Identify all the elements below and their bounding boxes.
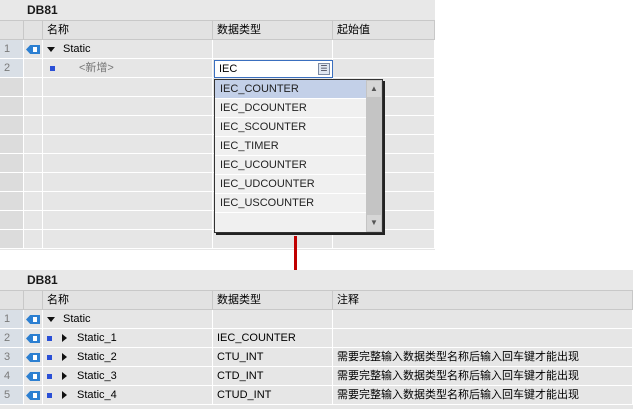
row-type[interactable]: CTU_INT xyxy=(213,348,333,366)
row-number: 4 xyxy=(0,367,24,385)
variable-icon xyxy=(47,392,52,398)
dropdown-item[interactable]: IEC_SCOUNTER xyxy=(215,118,366,137)
row-number: 5 xyxy=(0,386,24,404)
dropdown-item[interactable]: IEC_COUNTER xyxy=(215,80,366,99)
bottom-db-editor: DB81 名称 数据类型 注释 1 Static 2 Static_1 IEC_… xyxy=(0,270,633,409)
row-number: 1 xyxy=(0,40,24,58)
row-number: 2 xyxy=(0,329,24,347)
scroll-down-icon[interactable]: ▼ xyxy=(367,215,381,231)
variable-tag-icon xyxy=(26,391,40,400)
column-header-row: 名称 数据类型 起始值 xyxy=(0,21,435,40)
row-comment[interactable]: 需要完整输入数据类型名称后输入回车键才能出现 xyxy=(333,367,633,385)
expand-icon[interactable] xyxy=(62,334,67,343)
add-new-placeholder[interactable]: <新增> xyxy=(79,62,114,74)
row-comment[interactable]: 需要完整输入数据类型名称后输入回车键才能出现 xyxy=(333,348,633,366)
table-row[interactable]: 2 Static_1 IEC_COUNTER xyxy=(0,329,633,348)
header-type[interactable]: 数据类型 xyxy=(213,291,333,309)
row-number: 1 xyxy=(0,310,24,328)
expand-icon[interactable] xyxy=(62,353,67,362)
row-name: Static_3 xyxy=(77,370,117,382)
dropdown-item[interactable]: IEC_DCOUNTER xyxy=(215,99,366,118)
header-start[interactable]: 起始值 xyxy=(333,21,435,39)
row-type[interactable] xyxy=(213,310,333,328)
row-name: Static_2 xyxy=(77,351,117,363)
dropdown-item[interactable]: IEC_USCOUNTER xyxy=(215,194,366,213)
expand-icon[interactable] xyxy=(62,372,67,381)
column-header-row: 名称 数据类型 注释 xyxy=(0,291,633,310)
row-name: Static_4 xyxy=(77,389,117,401)
row-name: Static xyxy=(63,313,91,325)
row-comment[interactable]: 需要完整输入数据类型名称后输入回车键才能出现 xyxy=(333,386,633,404)
variable-tag-icon xyxy=(26,372,40,381)
row-number: 3 xyxy=(0,348,24,366)
dropdown-item[interactable]: IEC_UCOUNTER xyxy=(215,156,366,175)
variable-tag-icon xyxy=(26,334,40,343)
static-section-icon xyxy=(26,45,40,54)
variable-icon xyxy=(47,373,52,379)
expand-icon[interactable] xyxy=(62,391,67,400)
row-comment[interactable] xyxy=(333,329,633,347)
row-type[interactable]: CTD_INT xyxy=(213,367,333,385)
dropdown-item[interactable]: IEC_UDCOUNTER xyxy=(215,175,366,194)
header-name[interactable]: 名称 xyxy=(43,291,213,309)
row-number: 2 xyxy=(0,59,24,77)
list-icon[interactable]: ☰ xyxy=(318,63,330,75)
table-row[interactable]: 5 Static_4 CTUD_INT 需要完整输入数据类型名称后输入回车键才能… xyxy=(0,386,633,405)
table-row[interactable]: 1 Static xyxy=(0,310,633,329)
collapse-icon[interactable] xyxy=(47,316,55,322)
row-name: Static xyxy=(63,43,91,55)
table-row[interactable]: 1 Static xyxy=(0,40,435,59)
row-name: Static_1 xyxy=(77,332,117,344)
block-title: DB81 xyxy=(0,270,633,291)
collapse-icon[interactable] xyxy=(47,46,55,52)
row-type[interactable]: IEC_COUNTER xyxy=(213,329,333,347)
table-row[interactable]: 3 Static_2 CTU_INT 需要完整输入数据类型名称后输入回车键才能出… xyxy=(0,348,633,367)
dropdown-item[interactable]: IEC_TIMER xyxy=(215,137,366,156)
row-comment[interactable] xyxy=(333,310,633,328)
block-title: DB81 xyxy=(0,0,435,21)
row-type[interactable]: CTUD_INT xyxy=(213,386,333,404)
variable-tag-icon xyxy=(26,353,40,362)
table-row[interactable]: 4 Static_3 CTD_INT 需要完整输入数据类型名称后输入回车键才能出… xyxy=(0,367,633,386)
scroll-up-icon[interactable]: ▲ xyxy=(367,81,381,97)
static-section-icon xyxy=(26,315,40,324)
input-value: IEC xyxy=(219,63,238,75)
header-type[interactable]: 数据类型 xyxy=(213,21,333,39)
data-type-input[interactable]: IEC ☰ xyxy=(214,60,333,78)
data-type-dropdown[interactable]: IEC_COUNTER IEC_DCOUNTER IEC_SCOUNTER IE… xyxy=(214,79,383,233)
variable-icon xyxy=(50,65,55,71)
variable-icon xyxy=(47,354,52,360)
header-name[interactable]: 名称 xyxy=(43,21,213,39)
scrollbar[interactable]: ▲ ▼ xyxy=(366,80,382,232)
variable-icon xyxy=(47,335,52,341)
header-comment[interactable]: 注释 xyxy=(333,291,633,309)
